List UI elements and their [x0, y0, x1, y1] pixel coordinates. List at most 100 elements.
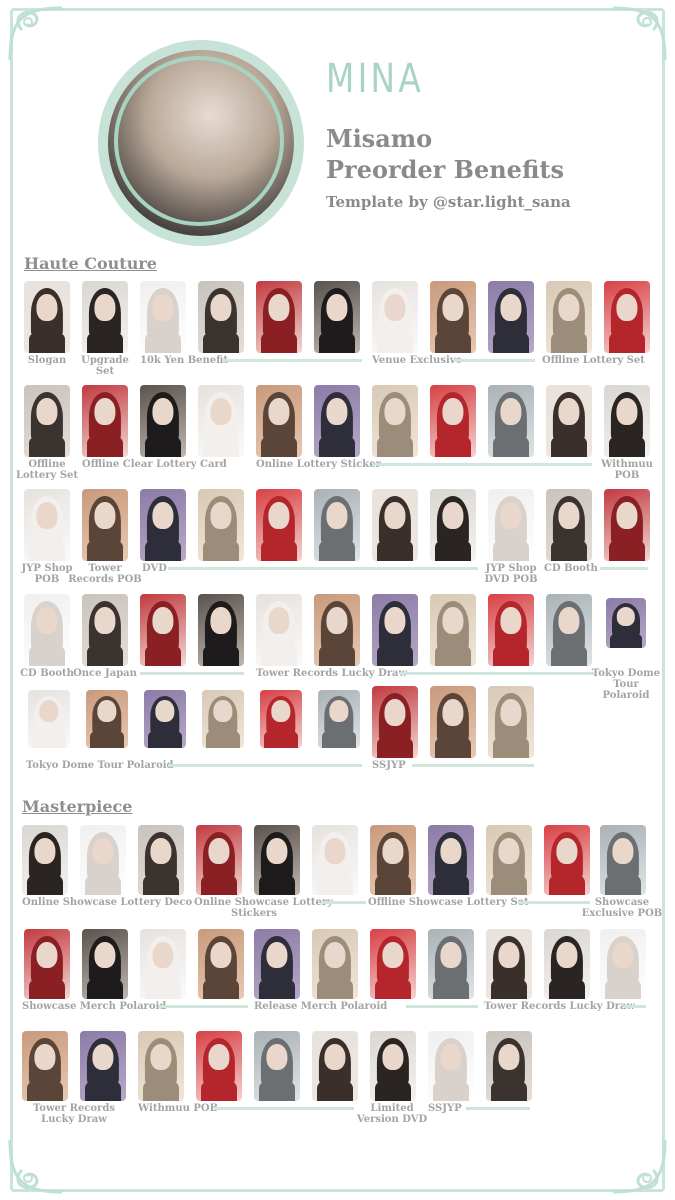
member-name: MINA	[326, 56, 425, 102]
caption-tower-records-lucky-draw-2: Tower Records Lucky Draw	[32, 1103, 115, 1125]
photocard	[314, 489, 360, 561]
photocard	[80, 825, 126, 895]
caption-line	[168, 567, 478, 570]
section-title-haute-couture: Haute Couture	[24, 254, 157, 273]
photocard	[430, 281, 476, 353]
photocard	[312, 1031, 358, 1101]
photocard	[430, 489, 476, 561]
photocard	[80, 1031, 126, 1101]
photocard	[372, 281, 418, 353]
photocard	[370, 929, 416, 999]
photocard	[546, 281, 592, 353]
photocard	[254, 929, 300, 999]
photocard	[82, 489, 128, 561]
caption-line	[322, 901, 366, 904]
photocard	[22, 1031, 68, 1101]
photocard	[254, 1031, 300, 1101]
photocard	[604, 489, 650, 561]
caption-line	[168, 764, 362, 767]
caption-cd-booth: CD Booth	[544, 563, 598, 574]
photocard	[544, 825, 590, 895]
photocard	[604, 281, 650, 353]
corner-ornament-bottom-right	[612, 1139, 667, 1194]
photocard	[198, 929, 244, 999]
photocard	[138, 1031, 184, 1101]
caption-10k-benefit: 10k Yen Benefit	[140, 355, 229, 366]
caption-offline-clear-lottery: Offline Clear Lottery Card	[82, 459, 227, 470]
photocard	[22, 825, 68, 895]
caption-tokyo-dome-polaroid: Tokyo Dome Tour Polaroid	[591, 668, 661, 701]
photocard	[256, 489, 302, 561]
photocard	[428, 1031, 474, 1101]
polaroid-card	[28, 690, 70, 748]
photocard	[256, 281, 302, 353]
photocard	[372, 594, 418, 666]
photocard	[140, 594, 186, 666]
photocard	[24, 385, 70, 457]
caption-online-showcase-deco: Online Showcase Lottery Deco	[22, 897, 193, 908]
photocard	[546, 489, 592, 561]
photocard	[82, 594, 128, 666]
photocard	[488, 385, 534, 457]
photocard	[198, 385, 244, 457]
photocard	[198, 594, 244, 666]
photocard	[140, 385, 186, 457]
photocard	[486, 1031, 532, 1101]
caption-venue-exclusive: Venue Exclusive	[372, 355, 462, 366]
photocard	[82, 281, 128, 353]
photocard	[488, 594, 534, 666]
photocard	[604, 385, 650, 457]
photocard	[486, 825, 532, 895]
profile-photo	[108, 50, 294, 236]
photocard	[196, 825, 242, 895]
caption-online-lottery-sticker: Online Lottery Sticker	[256, 459, 381, 470]
photocard	[372, 385, 418, 457]
caption-withmuu-pob: Withmuu POB	[601, 459, 653, 481]
polaroid-card	[86, 690, 128, 748]
photocard	[314, 385, 360, 457]
caption-line	[400, 672, 594, 675]
polaroid-card	[318, 690, 360, 748]
group-name: Misamo	[326, 124, 433, 153]
caption-showcase-exclusive-pob: Showcase Exclusive POB	[581, 897, 663, 919]
photocard	[140, 929, 186, 999]
photocard	[312, 929, 358, 999]
page-title: Preorder Benefits	[326, 155, 564, 184]
caption-offline-showcase-set: Offline Showcase Lottery Set	[368, 897, 529, 908]
photocard	[198, 281, 244, 353]
photocard	[312, 825, 358, 895]
photocard	[256, 594, 302, 666]
caption-release-merch-polaroid: Release Merch Polaroid	[254, 1001, 388, 1012]
corner-ornament-top-left	[8, 6, 63, 61]
photocard	[24, 281, 70, 353]
photocard	[486, 929, 532, 999]
photocard	[372, 686, 418, 758]
caption-line	[372, 463, 592, 466]
photocard	[196, 1031, 242, 1101]
section-title-masterpiece: Masterpiece	[22, 797, 133, 816]
photocard	[372, 489, 418, 561]
caption-ssjyp-2: SSJYP	[428, 1103, 462, 1114]
profile-avatar	[98, 40, 304, 246]
photocard	[546, 385, 592, 457]
photocard	[428, 929, 474, 999]
photocard	[140, 489, 186, 561]
photocard	[24, 594, 70, 666]
caption-line	[140, 672, 244, 675]
caption-offline-lottery-set: Offline Lottery Set	[542, 355, 645, 366]
photocard	[488, 686, 534, 758]
caption-line	[158, 1005, 248, 1008]
caption-line	[222, 359, 362, 362]
photocard	[314, 594, 360, 666]
corner-ornament-bottom-left	[8, 1139, 63, 1194]
photocard	[544, 929, 590, 999]
caption-withmuu-pob-2: Withmuu POB	[138, 1103, 219, 1114]
polaroid-card	[606, 598, 646, 648]
polaroid-card	[260, 690, 302, 748]
photocard	[546, 594, 592, 666]
caption-tower-lucky-draw: Tower Records Lucky Draw	[256, 668, 408, 679]
caption-line	[406, 1005, 478, 1008]
photocard	[600, 929, 646, 999]
caption-showcase-merch-polaroid: Showcase Merch Polaroid	[22, 1001, 167, 1012]
photocard	[370, 1031, 416, 1101]
